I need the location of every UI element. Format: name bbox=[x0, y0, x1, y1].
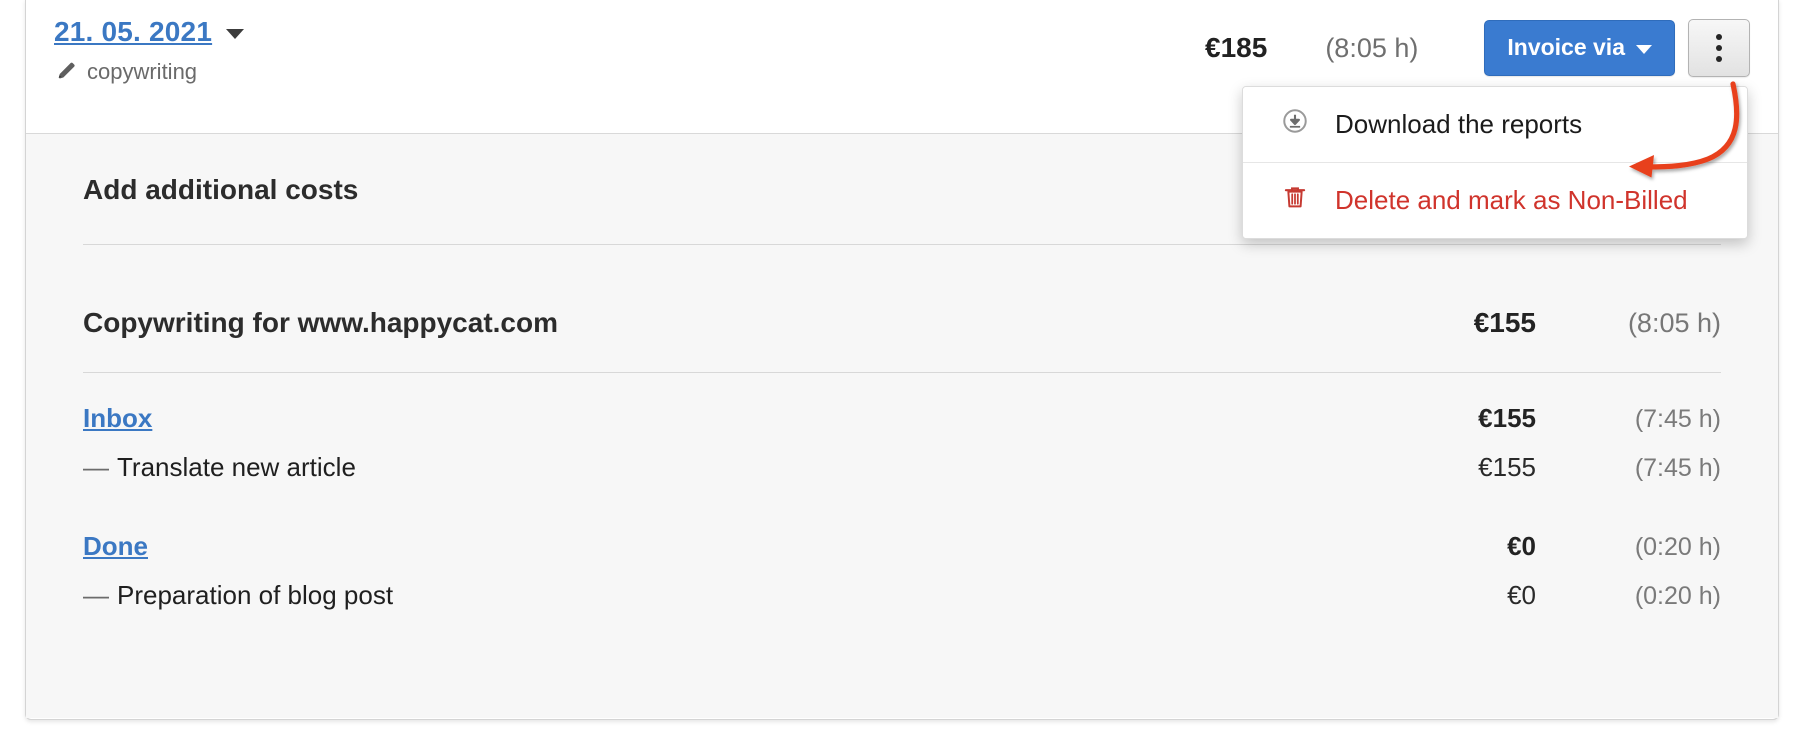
task-entry-row: — Translate new article €155 (7:45 h) bbox=[83, 452, 1721, 483]
task-group-hours: (0:20 h) bbox=[1634, 533, 1721, 561]
invoice-via-button[interactable]: Invoice via bbox=[1484, 20, 1675, 76]
day-total-hours: (8:05 h) bbox=[1325, 32, 1419, 63]
entry-dash: — bbox=[83, 452, 109, 482]
menu-item-label: Download the reports bbox=[1335, 109, 1583, 139]
menu-item-label: Delete and mark as Non-Billed bbox=[1335, 185, 1688, 215]
tag-row[interactable]: copywriting bbox=[54, 59, 244, 86]
divider bbox=[83, 244, 1721, 245]
task-group: Done €0 (0:20 h) — Preparation of blog po… bbox=[83, 531, 1721, 611]
divider bbox=[83, 372, 1721, 373]
project-hours: (8:05 h) bbox=[1627, 308, 1721, 338]
trash-icon bbox=[1281, 183, 1309, 218]
task-group-header: Done €0 (0:20 h) bbox=[83, 531, 1721, 562]
project-summary-row: Copywriting for www.happycat.com €155 (8… bbox=[83, 307, 1721, 339]
entry-dash: — bbox=[83, 580, 109, 610]
task-entry-amount: €0 bbox=[1507, 580, 1536, 610]
date-link[interactable]: 21. 05. 2021 bbox=[54, 16, 212, 48]
task-group-hours: (7:45 h) bbox=[1634, 405, 1721, 433]
menu-item-download-reports[interactable]: Download the reports bbox=[1243, 87, 1747, 162]
task-entry-row: — Preparation of blog post €0 (0:20 h) bbox=[83, 580, 1721, 611]
kebab-dot bbox=[1716, 56, 1722, 62]
entry-label: Translate new article bbox=[117, 452, 356, 482]
more-options-menu: Download the reports Delete and mark as … bbox=[1242, 86, 1748, 239]
task-group-amount: €0 bbox=[1507, 531, 1536, 561]
date-row: 21. 05. 2021 bbox=[54, 16, 245, 48]
download-circle-icon bbox=[1281, 107, 1309, 142]
kebab-dot bbox=[1716, 45, 1722, 51]
task-group-amount: €155 bbox=[1478, 403, 1536, 433]
kebab-dot bbox=[1716, 34, 1722, 40]
task-group-header: Inbox €155 (7:45 h) bbox=[83, 403, 1721, 434]
chevron-down-icon bbox=[1636, 44, 1652, 54]
project-name: Copywriting for www.happycat.com bbox=[83, 307, 559, 338]
header-left-group: 21. 05. 2021 copywriting bbox=[54, 0, 245, 86]
task-entry-amount: €155 bbox=[1478, 452, 1536, 482]
more-options-button[interactable] bbox=[1688, 19, 1750, 77]
entry-label: Preparation of blog post bbox=[117, 580, 394, 610]
task-entry-name: — Translate new article bbox=[83, 452, 1346, 483]
tag-label: copywriting bbox=[87, 59, 198, 85]
sidebar-item-inbox-link[interactable]: Inbox bbox=[83, 403, 1346, 434]
menu-item-delete-mark-non-billed[interactable]: Delete and mark as Non-Billed bbox=[1243, 162, 1747, 238]
task-entry-hours: (7:45 h) bbox=[1634, 454, 1721, 482]
task-entry-name: — Preparation of blog post bbox=[83, 580, 1346, 611]
header-right-group: €185 (8:05 h) Invoice via bbox=[1205, 19, 1750, 77]
day-total-amount: €185 bbox=[1205, 32, 1268, 63]
task-entry-hours: (0:20 h) bbox=[1634, 582, 1721, 610]
task-group: Inbox €155 (7:45 h) — Translate new artic… bbox=[83, 403, 1721, 483]
project-amount: €155 bbox=[1473, 307, 1536, 338]
screen-root: 21. 05. 2021 copywriting €185 (8:05 h) I… bbox=[0, 0, 1804, 748]
invoice-via-button-label: Invoice via bbox=[1507, 34, 1625, 60]
sidebar-item-done-link[interactable]: Done bbox=[83, 531, 1346, 562]
chevron-down-icon[interactable] bbox=[226, 29, 245, 40]
pencil-icon[interactable] bbox=[56, 59, 78, 86]
